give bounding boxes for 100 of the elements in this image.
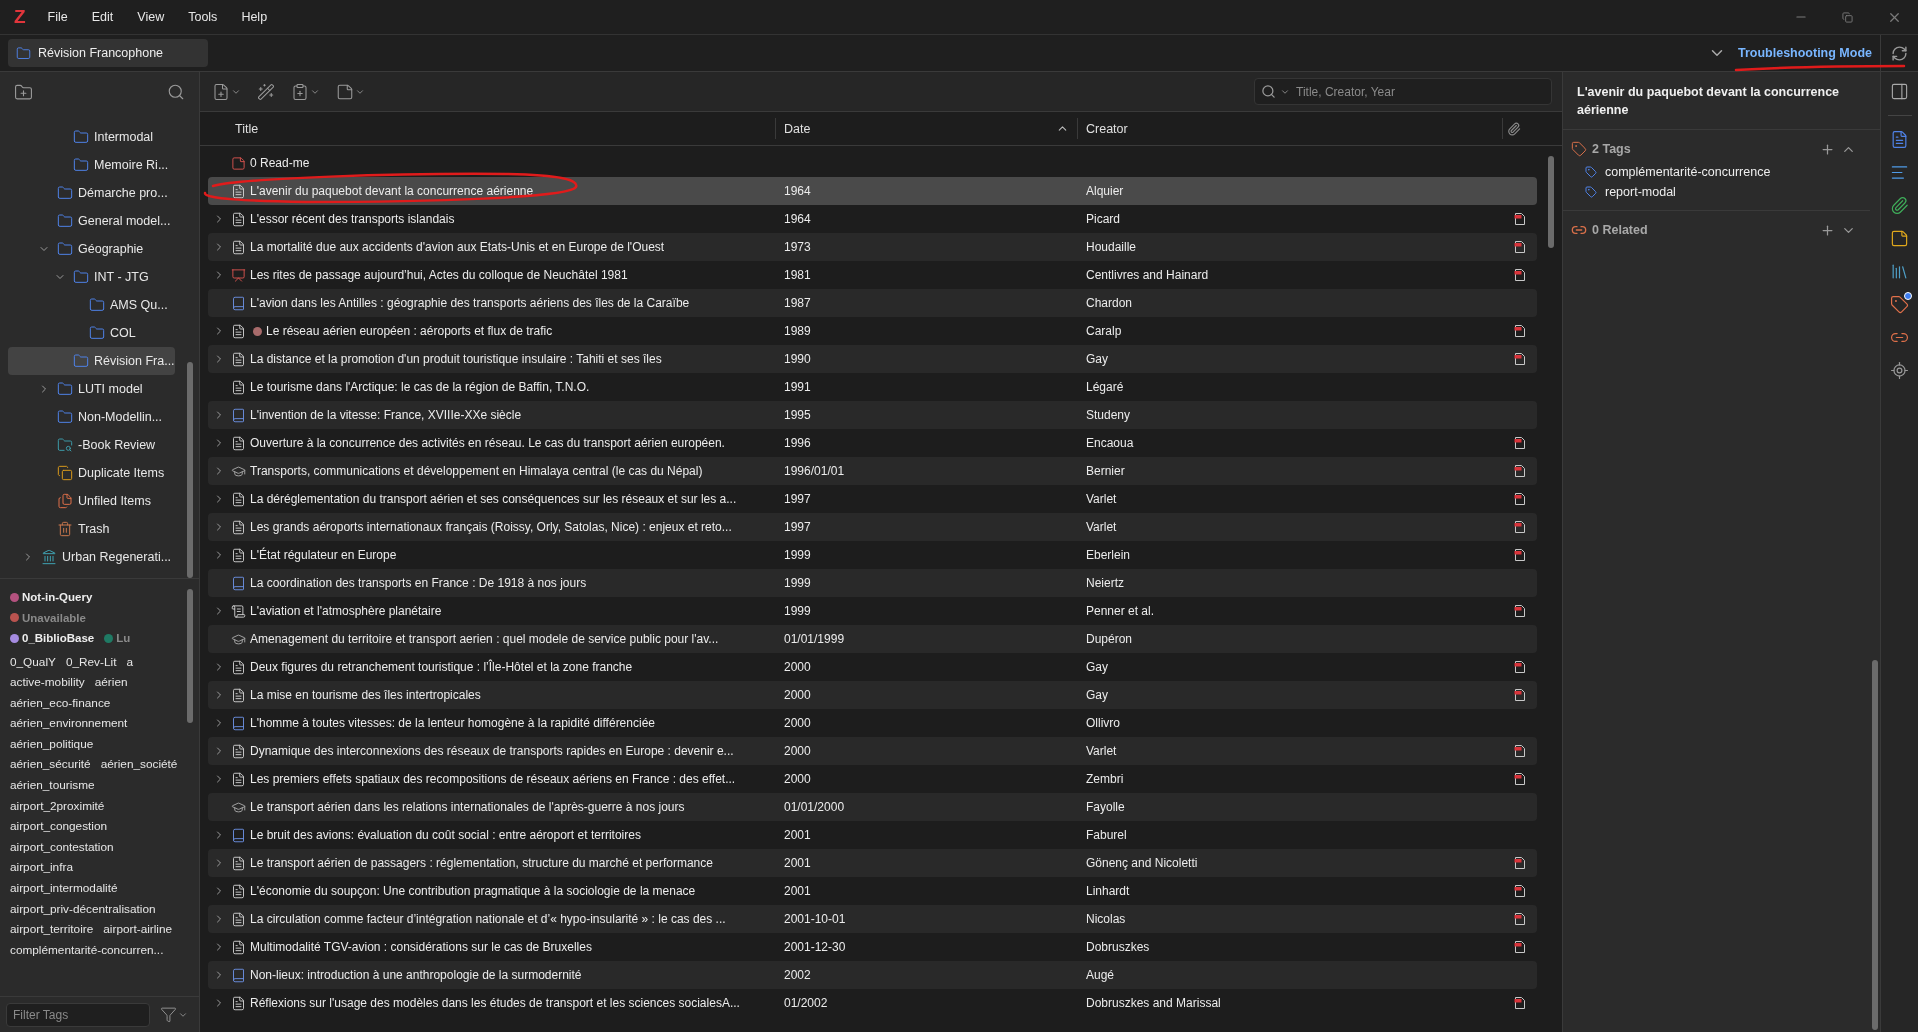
item-row[interactable]: Non-lieux: introduction à une anthropologie de la surmodernité 2002 Augé [208,961,1537,989]
pdf-icon[interactable] [1514,520,1526,534]
item-row[interactable]: L'État régulateur en Europe 1999 Eberlein [208,541,1537,569]
item-tag[interactable]: complémentarité-concurrence [1605,165,1771,179]
menu-item[interactable]: File [35,6,80,28]
collection-item[interactable]: LUTI model [8,375,175,403]
pane-toggle-icon[interactable] [1890,82,1909,101]
section-title[interactable]: 2 Tags [1592,142,1631,156]
collection-item[interactable]: Urban Regenerati... [8,543,175,571]
pdf-icon[interactable] [1514,940,1526,954]
menu-item[interactable]: Tools [176,6,230,28]
document-icon[interactable] [1890,130,1909,149]
tag[interactable]: airport-airline [103,919,173,940]
search-field[interactable]: Title, Creator, Year [1294,83,1545,100]
locate-icon[interactable] [1890,361,1909,380]
scrollbar[interactable] [1872,660,1878,1030]
collection-item[interactable]: Non-Modellin... [8,403,175,431]
item-row[interactable]: Transports, communications et développement en Himalaya central (le cas du Népal) 1996/01/01 Bernier [208,457,1537,485]
scrollbar[interactable] [187,362,193,578]
collection-item[interactable]: Trash [8,515,175,543]
tag[interactable]: 0_Rev-Lit [65,651,117,673]
library-icon[interactable] [1890,262,1909,281]
item-row[interactable]: La mise en tourisme des îles intertropicales 2000 Gay [208,681,1537,709]
item-row[interactable]: Le réseau aérien européen : aéroports et flux de trafic 1989 Caralp [208,317,1537,345]
pdf-icon[interactable] [1514,464,1526,478]
tag[interactable]: airport_priv-décentralisation [10,898,156,920]
item-row[interactable]: Ouverture à la concurrence des activités en réseau. Le cas du transport aérien européen. 1996 Encaoua [208,429,1537,457]
tag[interactable]: aérien_environnement [10,713,128,734]
tag[interactable]: airport_territoire [10,919,94,940]
item-row[interactable]: L'invention de la vitesse: France, XVIIIe-XXe siècle 1995 Studeny [208,401,1537,429]
tag[interactable]: aérien_tourisme [10,775,95,796]
tag[interactable]: active-mobility [10,672,85,693]
collection-tab[interactable]: Révision Francophone [8,39,208,67]
item-row[interactable]: Amenagement du territoire et transport aerien : quel modele de service public pour l'av... 01/01/1999 Dupéron [208,625,1537,653]
item-row[interactable]: L'homme à toutes vitesses: de la lenteur homogène à la rapidité différenciée 2000 Ollivro [208,709,1537,737]
item-row[interactable]: Le bruit des avions: évaluation du coût social : entre aéroport et territoires 2001 Faburel [208,821,1537,849]
filter-tags-field[interactable]: Filter Tags [6,1002,150,1027]
pdf-icon[interactable] [1514,660,1526,674]
item-row[interactable]: L'avion dans les Antilles : géographie des transports aériens des îles de la Caraïbe 1987 Chardon [208,289,1537,317]
pdf-icon[interactable] [1514,688,1526,702]
collection-item[interactable]: Duplicate Items [8,459,175,487]
item-row[interactable]: Dynamique des interconnexions des réseaux de transports rapides en Europe : devenir e... 2000 Varlet [208,737,1537,765]
pdf-icon[interactable] [1514,324,1526,338]
pdf-icon[interactable] [1514,268,1526,282]
pdf-icon[interactable] [1514,352,1526,366]
item-row[interactable]: Les premiers effets spatiaux des recompositions de réseaux aériens en France : des effet... 2000 Zembri [208,765,1537,793]
item-row[interactable]: Réflexions sur l'usage des modèles dans les études de transport et les sciences socialesA... 01/2002 Dobruszkes and Marissal [208,989,1537,1017]
section-title[interactable]: 0 Related [1592,223,1648,237]
tag[interactable]: aérien_sécurité [10,754,91,776]
scrollbar[interactable] [187,589,193,723]
tag[interactable]: airport_contestation [10,836,114,858]
column-header[interactable]: Title [208,118,776,139]
column-header[interactable]: Date [776,118,1078,139]
item-row[interactable]: La déréglementation du transport aérien et ses conséquences sur les réseaux et sur les a... 1997 Varlet [208,485,1537,513]
menu-item[interactable]: View [125,6,177,28]
pdf-icon[interactable] [1514,436,1526,450]
tag[interactable]: aérien_politique [10,733,94,755]
pdf-icon[interactable] [1514,744,1526,758]
tag[interactable]: aérien_eco-finance [10,692,111,714]
scrollbar[interactable] [1548,156,1554,248]
item-row[interactable]: La coordination des transports en France : De 1918 à nos jours 1999 Neiertz [208,569,1537,597]
add-icon[interactable] [1820,141,1835,157]
pdf-icon[interactable] [1514,492,1526,506]
colored-tag[interactable]: 0_BiblioBase [10,628,95,649]
paperclip-icon[interactable] [1890,196,1909,215]
item-row[interactable]: Le tourisme dans l'Arctique: le cas de la région de Baffin, T.N.O. 1991 Légaré [208,373,1537,401]
menu-item[interactable]: Help [229,6,280,28]
pdf-icon[interactable] [1514,240,1526,254]
collection-item[interactable]: -Book Review [8,431,175,459]
tag[interactable]: 0_QualY [10,651,56,673]
tag[interactable]: complémentarité-concurren... [10,939,164,961]
menu-item[interactable]: Edit [79,6,126,28]
collection-item[interactable]: AMS Qu... [8,291,175,319]
item-row[interactable]: L'avenir du paquebot devant la concurrence aérienne 1964 Alquier [208,177,1537,205]
collection-item[interactable]: Révision Fra... [8,347,175,375]
pdf-icon[interactable] [1514,912,1526,926]
item-row[interactable]: Deux figures du retranchement touristique : l’Île-Hôtel et la zone franche 2000 Gay [208,653,1537,681]
troubleshooting-link[interactable]: Troubleshooting Mode [1738,46,1872,60]
pdf-icon[interactable] [1514,604,1526,618]
collection-item[interactable]: INT - JTG [8,263,175,291]
pdf-icon[interactable] [1514,884,1526,898]
item-row[interactable]: Multimodalité TGV-avion : considérations sur le cas de Bruxelles 2001-12-30 Dobruszkes [208,933,1537,961]
tag[interactable]: aérien_société [100,754,178,776]
item-row[interactable]: Le transport aérien de passagers : réglementation, structure du marché et performance 2001 Gönenç and Nicoletti [208,849,1537,877]
search-box[interactable]: Title, Creator, Year [1254,78,1552,105]
collection-item[interactable]: Unfiled Items [8,487,175,515]
item-row[interactable]: Les grands aéroports internationaux français (Roissy, Orly, Satolas, Nice) : enjeux et reto... 1997 Varlet [208,513,1537,541]
collection-item[interactable]: Démarche pro... [8,179,175,207]
add-icon[interactable] [1820,222,1835,238]
pdf-icon[interactable] [1514,548,1526,562]
tag[interactable]: aérien [94,672,128,693]
abstract-icon[interactable] [1890,163,1909,182]
item-row[interactable]: Les rites de passage aujourd’hui, Actes du colloque de Neuchâtel 1981 1981 Centlivres and Hainard [208,261,1537,289]
collection-item[interactable]: General model... [8,207,175,235]
tag[interactable]: airport_infra [10,857,73,879]
pdf-icon[interactable] [1514,212,1526,226]
tag[interactable]: airport_2proximité [10,795,105,817]
item-row[interactable]: La circulation comme facteur d’intégration nationale et d’« hypo-insularité » : le cas des ... 2001-10-01 Nicolas [208,905,1537,933]
colored-tag[interactable]: Not-in-Query [10,587,93,608]
item-row[interactable]: L'essor récent des transports islandais 1964 Picard [208,205,1537,233]
